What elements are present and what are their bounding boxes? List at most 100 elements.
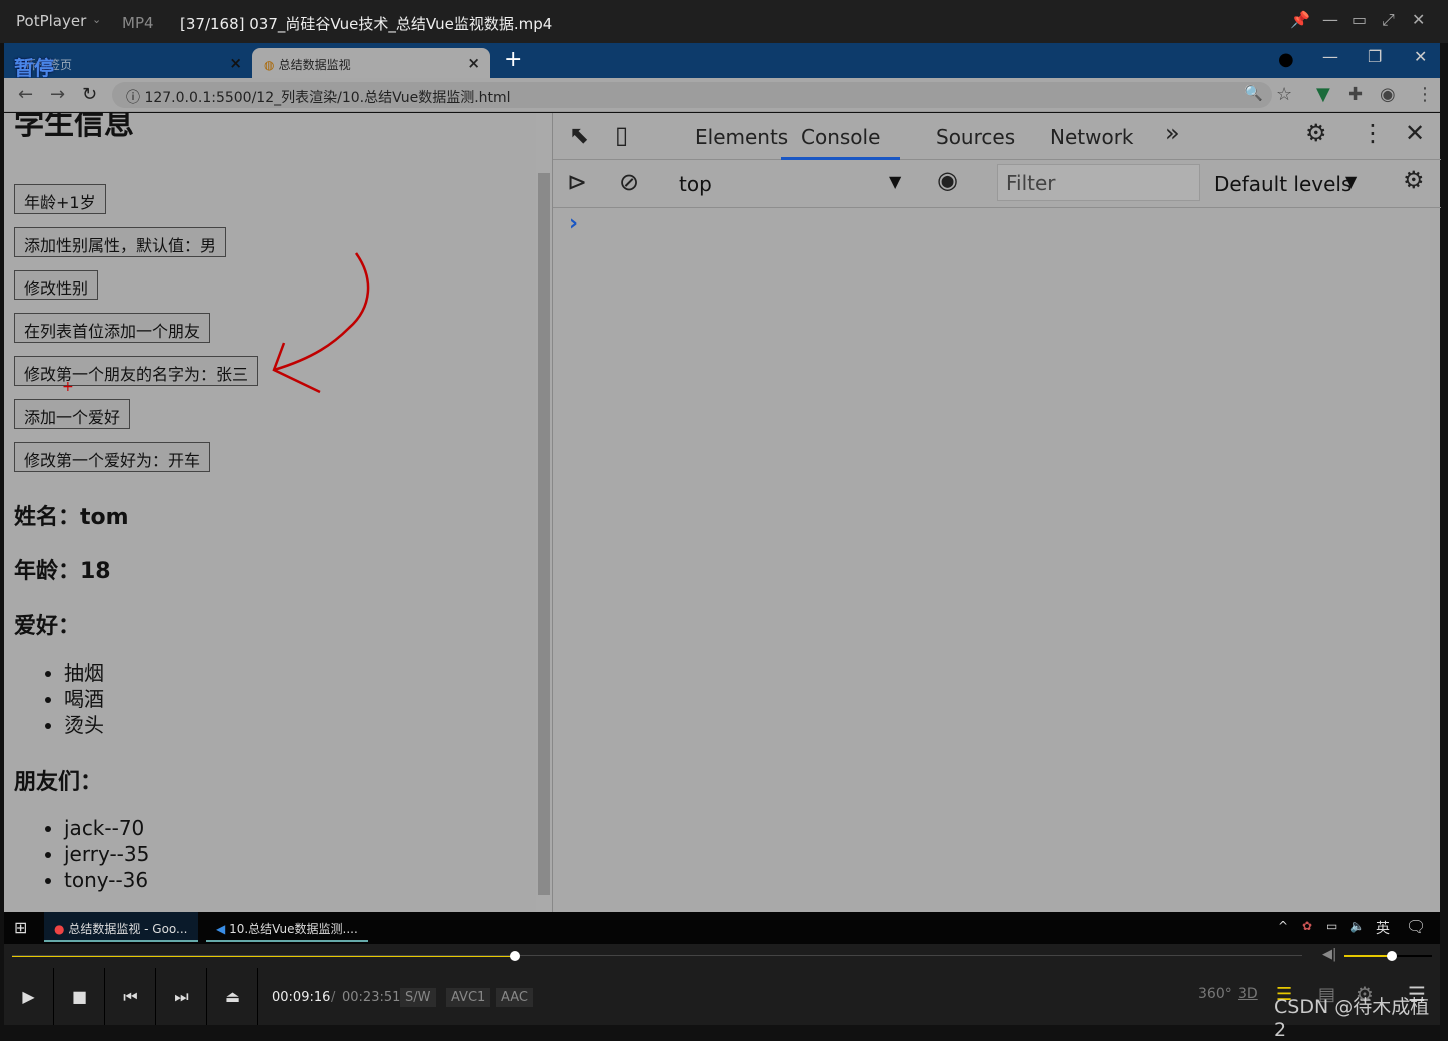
page-scrollbar[interactable] — [536, 113, 552, 912]
restore-icon[interactable]: ❐ — [1368, 47, 1382, 66]
list-item: 烫头 — [64, 712, 104, 738]
video-codec-tag[interactable]: AVC1 — [446, 988, 491, 1007]
close-icon[interactable]: ✕ — [1414, 47, 1427, 66]
chrome-icon: ● — [54, 922, 65, 936]
volume-icon[interactable]: ◀| — [1322, 947, 1336, 962]
taskbar-vscode[interactable]: ◀ 10.总结Vue数据监测.... — [206, 912, 368, 942]
vscode-icon: ◀ — [216, 922, 226, 936]
context-select[interactable]: top — [679, 172, 712, 196]
eject-icon[interactable]: ⏏ — [208, 968, 258, 1025]
change-sex-button[interactable]: 修改性别 — [14, 270, 99, 300]
seek-handle[interactable] — [510, 951, 521, 961]
3d-button[interactable]: 3D — [1238, 986, 1258, 1002]
url-field[interactable]: ⓘ 127.0.0.1:5500/12_列表渲染/10.总结Vue数据监测.ht… — [112, 82, 1272, 108]
watermark: CSDN @待木成植2 — [1274, 996, 1430, 1041]
gear-icon[interactable]: ⚙ — [1305, 119, 1327, 147]
inspect-icon[interactable]: ⬉ — [569, 121, 589, 149]
info-icon: ⓘ — [126, 90, 145, 106]
ime-indicator[interactable]: 英 — [1376, 918, 1390, 938]
scrollbar-thumb[interactable] — [538, 173, 550, 895]
video-title: [37/168] 037_尚硅谷Vue技术_总结Vue监视数据.mp4 — [180, 15, 553, 33]
player-menu[interactable]: PotPlayer — [16, 12, 86, 30]
sidebar-toggle-icon[interactable]: ⊳ — [567, 168, 587, 196]
tab-label: 总结数据监视 — [278, 58, 351, 72]
change-hobby-button[interactable]: 修改第一个爱好为：开车 — [14, 442, 211, 472]
add-hobby-button[interactable]: 添加一个爱好 — [14, 399, 131, 429]
reload-icon[interactable]: ↻ — [82, 84, 97, 105]
list-item: jerry--35 — [64, 841, 149, 867]
list-item: jack--70 — [64, 815, 149, 841]
seek-bar[interactable]: ◀| — [4, 944, 1440, 968]
previous-icon[interactable]: ⏮ — [106, 968, 156, 1025]
taskbar-chrome[interactable]: ● 总结数据监视 - Goo... — [44, 912, 198, 942]
rename-friend-button[interactable]: 修改第一个朋友的名字为：张三 — [14, 356, 259, 386]
close-tab-icon[interactable]: × — [229, 54, 242, 72]
vr-360-button[interactable]: 360° — [1198, 986, 1232, 1002]
pin-icon[interactable]: 📌 — [1290, 10, 1310, 29]
list-item: 抽烟 — [64, 660, 104, 686]
windows-taskbar: ⊞ ● 总结数据监视 - Goo... ◀ 10.总结Vue数据监测.... ^… — [4, 912, 1440, 944]
gear-icon[interactable]: ⚙ — [1403, 166, 1425, 194]
minimize-icon[interactable]: — — [1322, 10, 1338, 29]
friend-list: jack--70 jerry--35 tony--36 — [64, 815, 149, 893]
console-prompt[interactable]: › — [569, 211, 578, 236]
notification-icon[interactable]: 🗨 — [1406, 917, 1426, 936]
stop-icon[interactable]: ■ — [55, 968, 105, 1025]
tab-network[interactable]: Network — [1050, 125, 1134, 149]
age-plus-button[interactable]: 年龄+1岁 — [14, 184, 106, 214]
device-toggle-icon[interactable]: ▯ — [615, 121, 628, 149]
menu-icon[interactable]: ⋮ — [1416, 84, 1434, 105]
add-sex-button[interactable]: 添加性别属性，默认值：男 — [14, 227, 227, 257]
add-friend-button[interactable]: 在列表首位添加一个朋友 — [14, 313, 211, 343]
tray-chevron-icon[interactable]: ^ — [1278, 919, 1288, 933]
battery-icon[interactable]: ▭ — [1326, 919, 1337, 933]
chevron-down-icon[interactable]: ▼ — [1345, 172, 1357, 191]
filter-input[interactable]: Filter — [997, 164, 1200, 201]
close-icon[interactable]: ✕ — [1405, 119, 1425, 147]
forward-icon[interactable]: → — [50, 84, 65, 105]
new-tab-icon[interactable]: + — [504, 47, 522, 72]
player-controls: ▶ ■ ⏮ ⏭ ⏏ 00:09:16 / 00:23:51 S/W AVC1 A… — [4, 968, 1440, 1041]
volume-icon[interactable]: 🔈 — [1350, 919, 1365, 933]
tray-app-icon[interactable]: ✿ — [1302, 919, 1312, 933]
taskbar-label: 10.总结Vue数据监测.... — [229, 922, 358, 936]
cursor-crosshair-icon: + — [62, 379, 74, 395]
vue-devtools-icon[interactable]: ▼ — [1316, 84, 1330, 105]
tab-active[interactable]: ◍ 总结数据监视 × — [252, 48, 490, 78]
fullscreen-icon[interactable]: ⤢ — [1382, 10, 1395, 30]
more-tabs-icon[interactable]: » — [1165, 119, 1180, 147]
tab-elements[interactable]: Elements — [695, 125, 788, 149]
tab-console[interactable]: Console — [781, 125, 901, 160]
volume-handle[interactable] — [1387, 951, 1398, 961]
clear-console-icon[interactable]: ⊘ — [619, 168, 639, 196]
close-tab-icon[interactable]: × — [467, 54, 480, 72]
levels-select[interactable]: Default levels — [1214, 172, 1351, 196]
chevron-down-icon[interactable]: ▼ — [889, 172, 901, 191]
age-heading: 年龄：18 — [14, 559, 111, 584]
audio-codec-tag[interactable]: AAC — [496, 988, 533, 1007]
next-icon[interactable]: ⏭ — [157, 968, 207, 1025]
list-item: 喝酒 — [64, 686, 104, 712]
devtools-tabbar: ⬉ ▯ Elements Console Sources Network » ⚙… — [553, 113, 1441, 160]
record-icon[interactable]: ● — [1278, 49, 1294, 70]
sw-tag[interactable]: S/W — [400, 988, 436, 1007]
more-icon[interactable]: ⋮ — [1361, 119, 1385, 147]
chevron-down-icon[interactable]: ⌄ — [92, 13, 101, 26]
extensions-icon[interactable]: ✚ — [1348, 84, 1363, 105]
volume-level — [1344, 955, 1393, 957]
close-icon[interactable]: ✕ — [1412, 10, 1425, 29]
star-icon[interactable]: ☆ — [1276, 84, 1292, 105]
zoom-icon[interactable]: 🔍 — [1244, 84, 1263, 102]
time-separator: / — [331, 990, 336, 1005]
minimize-icon[interactable]: — — [1322, 47, 1338, 66]
tab-sources[interactable]: Sources — [936, 125, 1015, 149]
annotation-arrow — [272, 252, 370, 394]
play-icon[interactable]: ▶ — [4, 968, 54, 1025]
windows-start-icon[interactable]: ⊞ — [14, 918, 27, 937]
eye-icon[interactable]: ◉ — [937, 166, 958, 194]
back-icon[interactable]: ← — [18, 84, 33, 105]
web-page: 学生信息 年龄+1岁 添加性别属性，默认值：男 修改性别 在列表首位添加一个朋友… — [4, 113, 536, 912]
browser-tab-strip: 新标签页 × ◍ 总结数据监视 × + ● — ❐ ✕ — [4, 43, 1440, 78]
avatar[interactable]: ◉ — [1380, 84, 1396, 105]
maximize-icon[interactable]: ▭ — [1352, 10, 1367, 29]
